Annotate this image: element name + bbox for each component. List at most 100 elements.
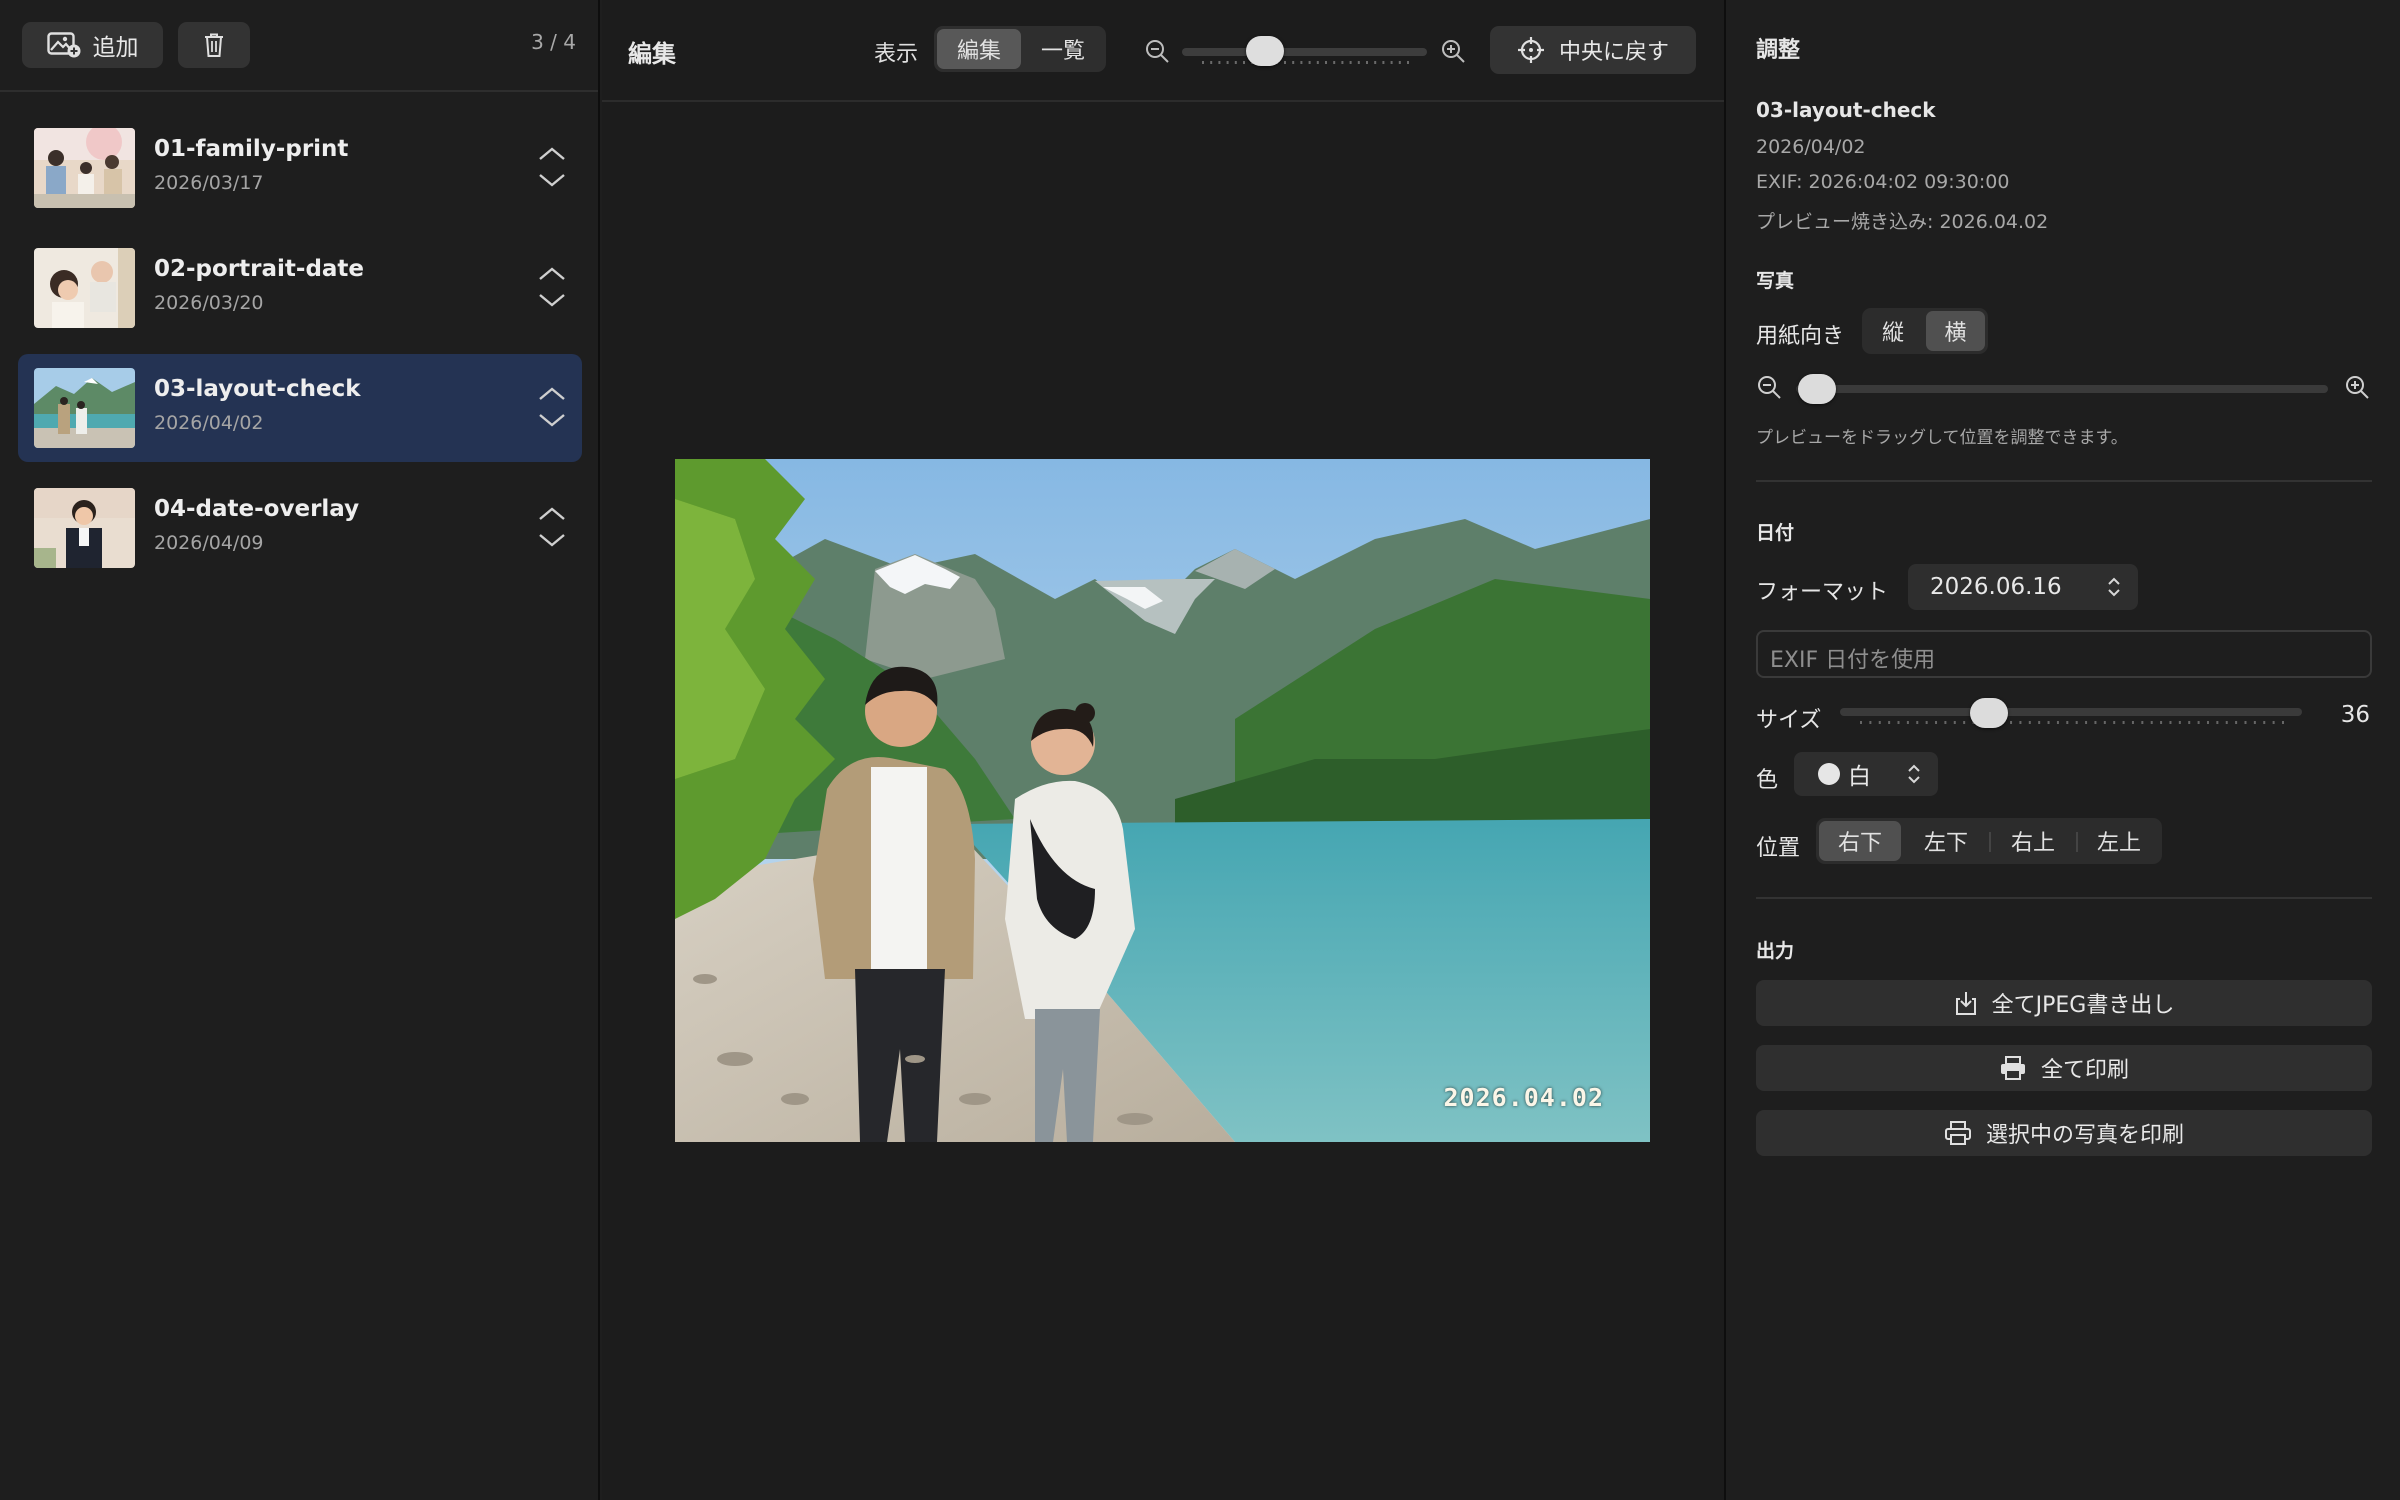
size-slider-ticks <box>1860 721 2284 724</box>
item-title: 01-family-print <box>154 136 349 162</box>
slider-tick <box>2282 721 2284 724</box>
slider-tick <box>1325 61 1327 64</box>
slider-tick <box>1390 61 1393 64</box>
editor-area: 編集 表示 編集 一覧 中央に戻す 2026.04.02 <box>602 0 1724 1500</box>
updown-icon <box>1908 764 1920 784</box>
position-bottom-right[interactable]: 右下 <box>1819 821 1901 861</box>
list-item-layout-check[interactable]: 03-layout-check 2026/04/02 <box>18 354 582 462</box>
trash-icon <box>205 33 223 57</box>
slider-tick <box>2169 721 2172 724</box>
tab-list[interactable]: 一覧 <box>1022 29 1104 69</box>
printer-icon <box>1944 1121 1971 1145</box>
slider-tick <box>1357 61 1360 64</box>
chevron-down-icon <box>539 414 565 427</box>
zoom-slider-knob[interactable] <box>1246 36 1284 66</box>
position-segmented-control: 右下 左下 右上 左上 <box>1816 818 2162 864</box>
photo-zoom-track <box>1796 385 2328 393</box>
slider-tick <box>2103 721 2106 724</box>
reorder-stepper[interactable] <box>536 504 568 552</box>
slider-tick <box>2038 721 2041 724</box>
slider-tick <box>2272 721 2275 724</box>
slider-tick <box>2197 721 2200 724</box>
add-button-label: 追加 <box>92 35 139 61</box>
recenter-button[interactable]: 中央に戻す <box>1490 26 1696 74</box>
slider-tick <box>1218 61 1221 64</box>
add-photo-button[interactable]: 追加 <box>22 22 163 68</box>
slider-tick <box>1860 721 1862 724</box>
tab-edit[interactable]: 編集 <box>937 29 1021 69</box>
photo-preview[interactable]: 2026.04.02 <box>675 459 1650 1142</box>
sidebar-toolbar: 追加 3 / 4 <box>0 0 598 92</box>
slider-tick <box>2253 721 2256 724</box>
date-stamp-overlay: 2026.04.02 <box>1443 1083 1604 1112</box>
zoom-in-icon[interactable] <box>1440 38 1468 66</box>
item-date: 2026/04/09 <box>154 532 264 554</box>
export-all-jpeg-button[interactable]: 全てJPEG書き出し <box>1756 980 2372 1026</box>
orientation-landscape[interactable]: 横 <box>1926 311 1985 351</box>
photo-zoom-knob[interactable] <box>1798 374 1836 404</box>
size-label: サイズ <box>1756 708 1822 733</box>
slider-tick <box>1944 721 1947 724</box>
reorder-stepper[interactable] <box>536 384 568 432</box>
updown-icon <box>2108 577 2120 597</box>
list-item-family-print[interactable]: 01-family-print 2026/03/17 <box>18 114 582 222</box>
print-all-button[interactable]: 全て印刷 <box>1756 1045 2372 1091</box>
chevron-down-icon <box>539 534 565 547</box>
slider-tick <box>1878 721 1881 724</box>
list-item-portrait-date[interactable]: 02-portrait-date 2026/03/20 <box>18 234 582 342</box>
size-slider-knob[interactable] <box>1970 698 2008 728</box>
delete-photo-button[interactable] <box>178 22 250 68</box>
zoom-slider-track <box>1182 48 1427 56</box>
reorder-stepper[interactable] <box>536 264 568 312</box>
thumbnail-image <box>34 488 135 568</box>
orientation-portrait[interactable]: 縦 <box>1865 311 1921 351</box>
slider-tick <box>2094 721 2097 724</box>
position-top-left[interactable]: 左上 <box>2078 821 2160 861</box>
chevron-up-icon <box>539 267 565 280</box>
orientation-segmented-control: 縦 横 <box>1862 308 1988 354</box>
add-photo-icon <box>46 32 80 58</box>
position-bottom-left[interactable]: 左下 <box>1904 821 1988 861</box>
slider-tick <box>2178 721 2181 724</box>
item-date: 2026/03/17 <box>154 172 264 194</box>
slider-tick <box>1308 61 1311 64</box>
format-label: フォーマット <box>1756 580 1889 605</box>
slider-tick <box>1333 61 1336 64</box>
color-value: 白 <box>1848 764 1871 790</box>
position-label: 位置 <box>1756 836 1801 861</box>
panel-title: 調整 <box>1756 38 1801 63</box>
slider-tick <box>1925 721 1928 724</box>
thumbnail-image <box>34 128 135 208</box>
zoom-out-icon[interactable] <box>1756 374 1784 402</box>
chevron-up-icon <box>539 147 565 160</box>
view-label: 表示 <box>874 42 919 67</box>
exif-date-input[interactable]: EXIF 日付を使用 <box>1756 630 2372 678</box>
color-select[interactable]: 白 <box>1794 752 1938 796</box>
slider-tick <box>2085 721 2088 724</box>
item-title: 02-portrait-date <box>154 256 365 282</box>
slider-tick <box>2075 721 2078 724</box>
slider-tick <box>1374 61 1377 64</box>
position-top-right[interactable]: 右上 <box>1991 821 2075 861</box>
slider-tick <box>2206 721 2209 724</box>
zoom-out-icon[interactable] <box>1144 38 1172 66</box>
slider-tick <box>1398 61 1401 64</box>
thumbnail-image <box>34 248 135 328</box>
slider-tick <box>1284 61 1286 64</box>
photo-zoom-slider[interactable] <box>1796 374 2328 404</box>
zoom-slider[interactable] <box>1182 36 1432 68</box>
photo-list-sidebar: 追加 3 / 4 01-family-print 2026/03/17 02-p… <box>0 0 600 1500</box>
slider-tick <box>1382 61 1385 64</box>
list-item-date-overlay[interactable]: 04-date-overlay 2026/04/09 <box>18 474 582 582</box>
print-selected-button[interactable]: 選択中の写真を印刷 <box>1756 1110 2372 1156</box>
reorder-stepper[interactable] <box>536 144 568 192</box>
preview-burn-info: プレビュー焼き込み: 2026.04.02 <box>1756 211 2049 233</box>
editor-title: 編集 <box>628 40 676 68</box>
print-selected-label: 選択中の写真を印刷 <box>1985 1123 2184 1148</box>
selected-file-name: 03-layout-check <box>1756 98 1936 122</box>
zoom-in-icon[interactable] <box>2344 374 2372 402</box>
slider-tick <box>2263 721 2266 724</box>
date-format-select[interactable]: 2026.06.16 <box>1908 564 2138 610</box>
slider-tick <box>2028 721 2031 724</box>
size-slider[interactable] <box>1840 698 2302 732</box>
